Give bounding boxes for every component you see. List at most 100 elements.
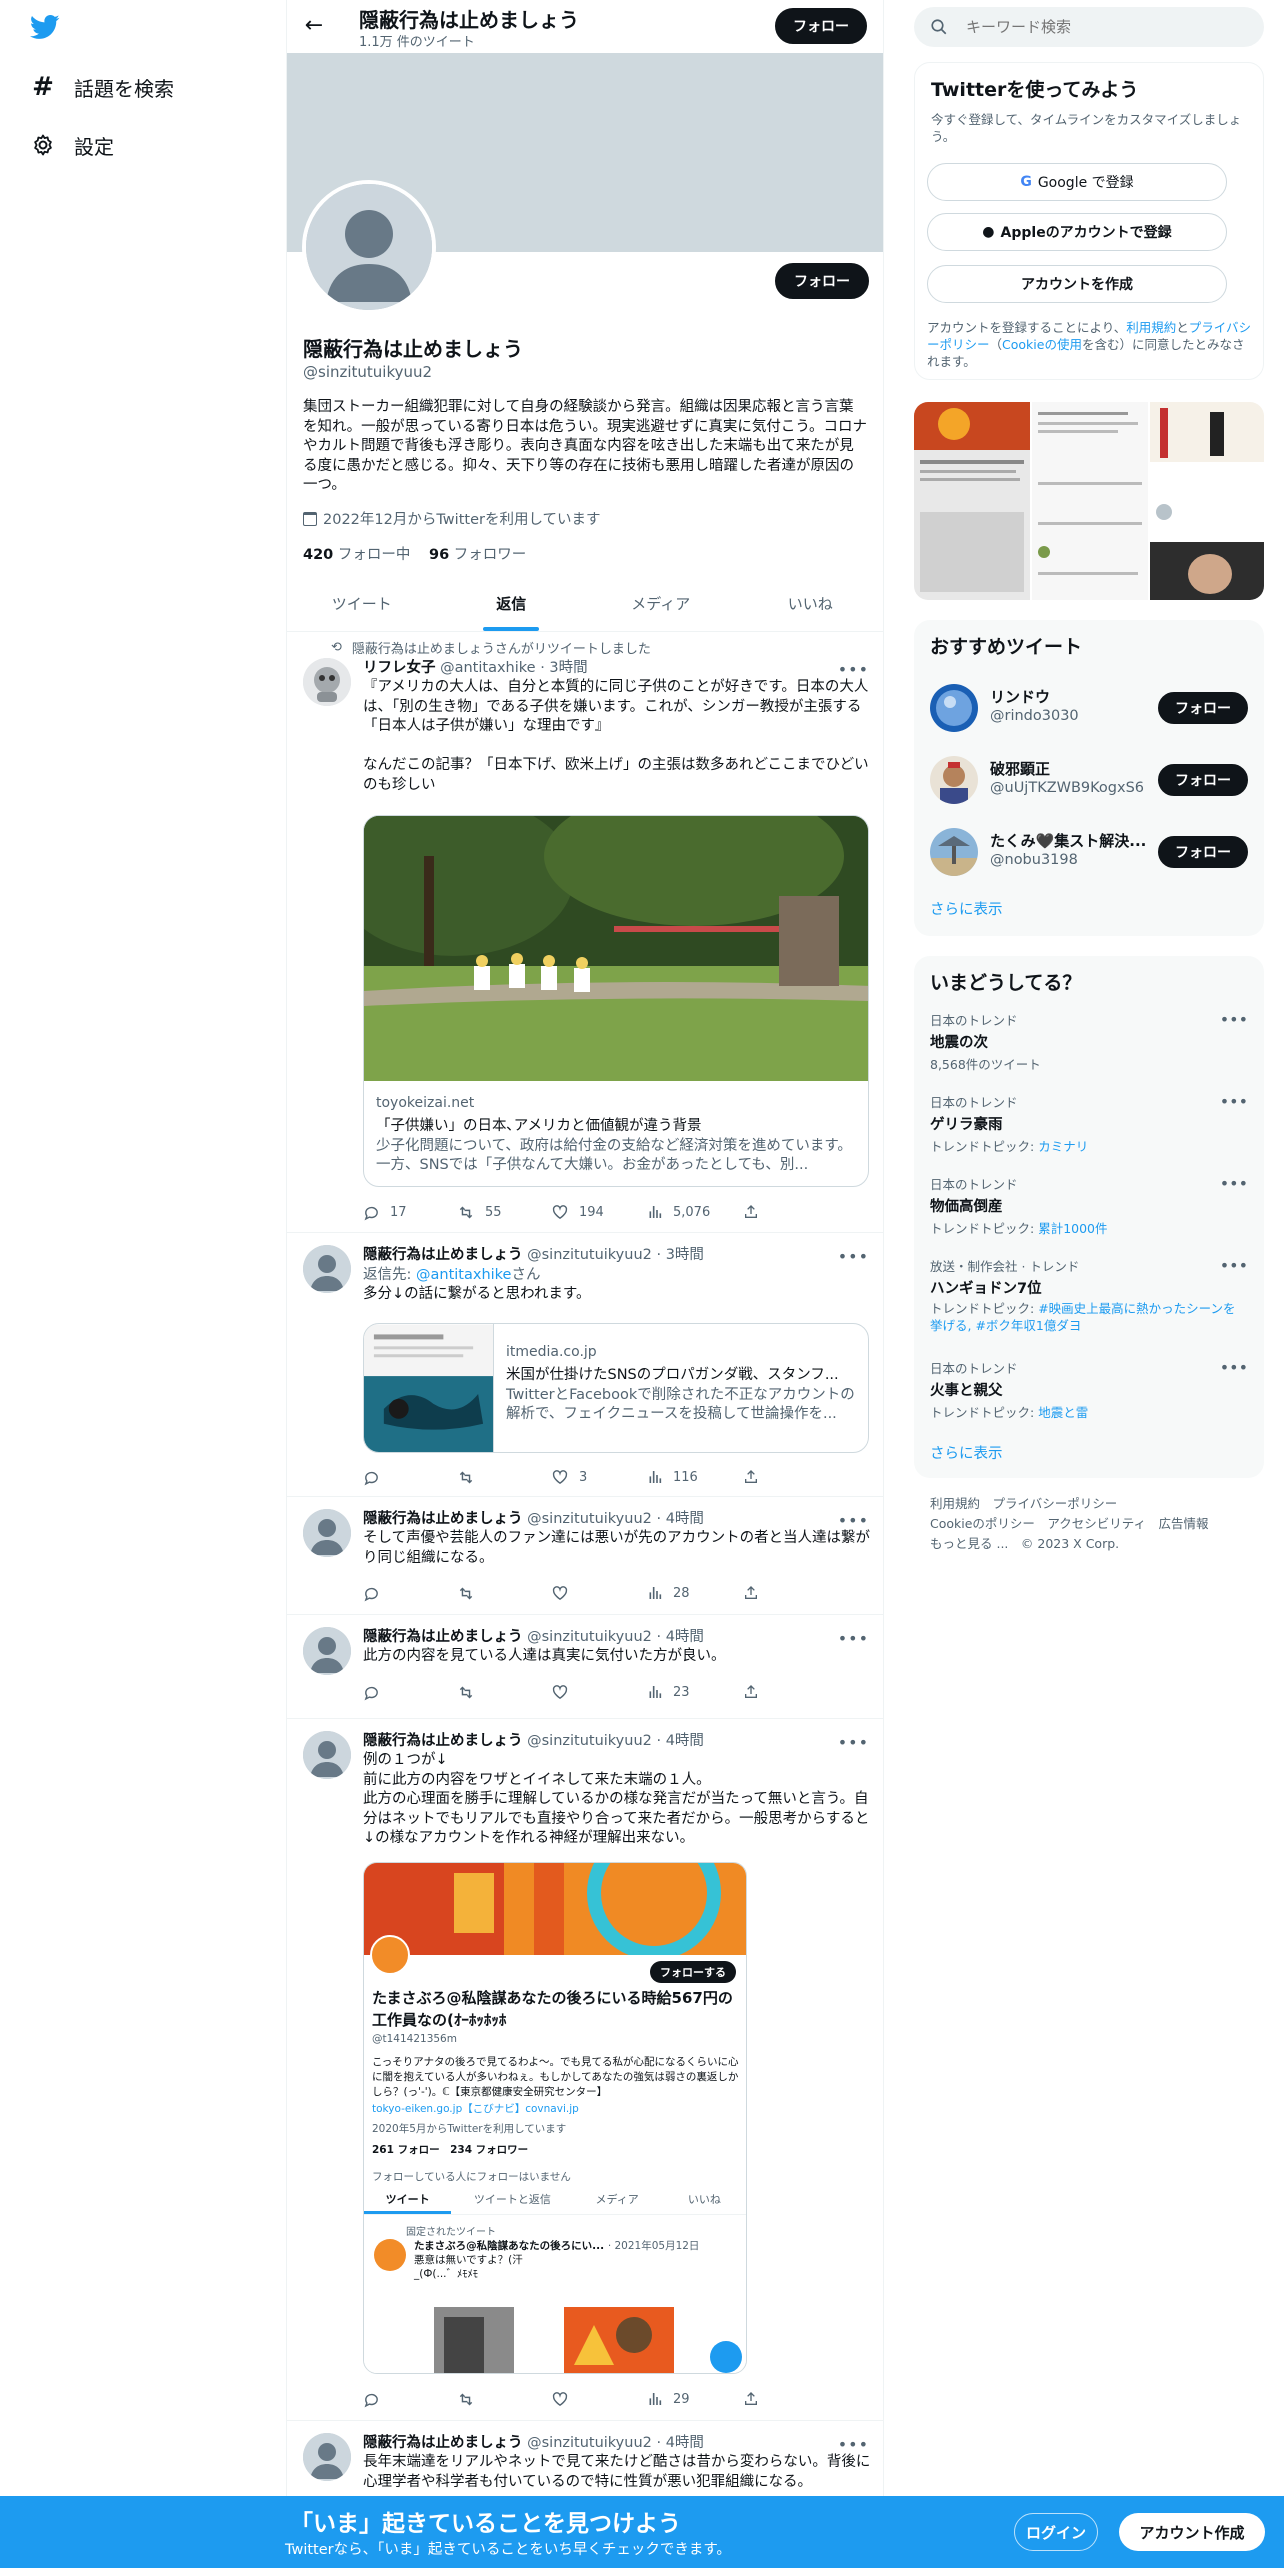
link-card[interactable]: toyokeizai.net 「子供嫌い」の日本､アメリカと価値観が違う背景 少… — [363, 815, 869, 1187]
tweet-time[interactable]: · 3時間 — [540, 660, 587, 676]
more-options-icon[interactable]: ••• — [1220, 1092, 1248, 1111]
more-options-icon[interactable]: ••• — [838, 1511, 869, 1530]
more-options-icon[interactable]: ••• — [838, 1629, 869, 1648]
cookie-link[interactable]: Cookieの使用 — [1002, 337, 1082, 352]
search-box[interactable] — [914, 7, 1264, 47]
reply-button[interactable] — [363, 1469, 457, 1486]
trend-topic-link[interactable]: 累計1000件 — [1038, 1221, 1107, 1236]
retweet-button[interactable] — [457, 2391, 551, 2408]
tweet-image[interactable]: フォローする たまさぶろ@私陰謀あなたの後ろにいる時給567円の工作員なの(ｵｰ… — [363, 1862, 747, 2374]
more-options-icon[interactable]: ••• — [1220, 1358, 1248, 1377]
like-button[interactable] — [551, 1684, 647, 1701]
share-button[interactable] — [743, 1684, 769, 1700]
media-thumbnail[interactable] — [1032, 402, 1148, 600]
trend-topic-link[interactable]: カミナリ — [1038, 1139, 1088, 1154]
retweet-button[interactable] — [457, 1684, 551, 1701]
tweet[interactable]: 隠蔽行為は止めましょう @sinzitutuikyuu2 · 4時間 此方の内容… — [287, 1615, 883, 1719]
terms-link[interactable]: 利用規約 — [1126, 320, 1176, 335]
recommended-user[interactable]: 破邪顕正 @uUjTKZWB9KogxS6 フォロー — [914, 744, 1264, 816]
trend-item[interactable]: 日本のトレンド 火事と親父 トレンドトピック: 地震と雷 ••• — [914, 1352, 1264, 1432]
recommended-user[interactable]: たくみ🖤集スト解決... @nobu3198 フォロー — [914, 816, 1264, 888]
recommended-follow-button[interactable]: フォロー — [1158, 836, 1248, 868]
tweet-author-name[interactable]: 隠蔽行為は止めましょう — [363, 2435, 523, 2451]
more-options-icon[interactable]: ••• — [1220, 1010, 1248, 1029]
signup-button[interactable]: アカウント作成 — [1119, 2513, 1265, 2551]
twitter-bird-icon[interactable] — [28, 12, 62, 42]
trend-topic-link[interactable]: 地震と雷 — [1038, 1405, 1088, 1420]
header-follow-button[interactable]: フォロー — [775, 8, 867, 44]
avatar[interactable] — [303, 1245, 351, 1293]
nav-explore[interactable]: # 話題を検索 — [30, 67, 174, 107]
reply-button[interactable] — [363, 2391, 457, 2408]
like-button[interactable] — [551, 2391, 647, 2408]
like-button[interactable]: 194 — [551, 1204, 647, 1221]
tab-likes[interactable]: いいね — [736, 576, 884, 631]
tab-tweets[interactable]: ツイート — [287, 576, 437, 631]
trend-item[interactable]: 日本のトレンド 物価高倒産 トレンドトピック: 累計1000件 ••• — [914, 1168, 1264, 1248]
more-options-icon[interactable]: ••• — [1220, 1174, 1248, 1193]
profile-avatar[interactable] — [302, 180, 436, 314]
recommended-user[interactable]: リンドウ @rindo3030 フォロー — [914, 672, 1264, 744]
avatar[interactable] — [303, 1731, 351, 1779]
tweet-author-name[interactable]: リフレ女子 — [363, 660, 436, 676]
retweet-button[interactable] — [457, 1585, 551, 1602]
recommended-show-more[interactable]: さらに表示 — [930, 898, 1003, 919]
tweet-author-handle[interactable]: @sinzitutuikyuu2 — [527, 1733, 652, 1749]
tab-replies[interactable]: 返信 — [437, 576, 587, 631]
tweet-time[interactable]: · 4時間 — [656, 1511, 703, 1527]
share-button[interactable] — [743, 1204, 769, 1220]
link-card[interactable]: itmedia.co.jp 米国が仕掛けたSNSのプロパガンダ戦、スタンフ...… — [363, 1323, 869, 1453]
tweet-author-name[interactable]: 隠蔽行為は止めましょう — [363, 1247, 523, 1263]
tweet[interactable]: 隠蔽行為は止めましょう @sinzitutuikyuu2 · 4時間 例の１つが… — [287, 1719, 883, 2421]
like-button[interactable]: 3 — [551, 1469, 647, 1486]
tweet[interactable]: 隠蔽行為は止めましょう @sinzitutuikyuu2 · 3時間 返信先: … — [287, 1233, 883, 1497]
share-button[interactable] — [743, 1585, 769, 1601]
tab-media[interactable]: メディア — [586, 576, 736, 631]
media-thumbnail[interactable] — [914, 402, 1030, 600]
recommended-follow-button[interactable]: フォロー — [1158, 764, 1248, 796]
avatar[interactable] — [303, 2433, 351, 2481]
media-grid[interactable] — [914, 402, 1264, 600]
more-options-icon[interactable]: ••• — [1220, 1256, 1248, 1275]
reply-to-handle[interactable]: @antitaxhike — [416, 1267, 511, 1283]
media-thumbnail[interactable] — [1150, 402, 1264, 600]
google-signup-button[interactable]: G Google で登録 — [927, 163, 1227, 201]
views-button[interactable]: 23 — [647, 1684, 743, 1700]
tweet-author-handle[interactable]: @sinzitutuikyuu2 — [527, 1511, 652, 1527]
trend-item[interactable]: 放送・制作会社 · トレンド ハンギョドン7位 トレンドトピック: #映画史上最… — [914, 1250, 1264, 1348]
reply-button[interactable]: 17 — [363, 1204, 457, 1221]
more-options-icon[interactable]: ••• — [838, 1247, 869, 1266]
followers-link[interactable]: 96 フォロワー — [429, 547, 526, 563]
login-button[interactable]: ログイン — [1014, 2513, 1098, 2551]
trend-item[interactable]: 日本のトレンド ゲリラ豪雨 トレンドトピック: カミナリ ••• — [914, 1086, 1264, 1166]
tweet-time[interactable]: · 4時間 — [656, 1629, 703, 1645]
reply-button[interactable] — [363, 1684, 457, 1701]
recommended-follow-button[interactable]: フォロー — [1158, 692, 1248, 724]
tweet-author-name[interactable]: 隠蔽行為は止めましょう — [363, 1511, 523, 1527]
reply-button[interactable] — [363, 1585, 457, 1602]
views-button[interactable]: 28 — [647, 1585, 743, 1601]
share-button[interactable] — [743, 1469, 769, 1485]
views-button[interactable]: 116 — [647, 1469, 743, 1485]
footer-links[interactable]: Cookieのポリシー アクセシビリティ 広告情報 — [930, 1514, 1209, 1534]
back-arrow-icon[interactable]: ← — [297, 8, 331, 42]
tweet-author-handle[interactable]: @sinzitutuikyuu2 — [527, 1247, 652, 1263]
tweet-time[interactable]: · 3時間 — [656, 1247, 703, 1263]
footer-links[interactable]: もっと見る ... © 2023 X Corp. — [930, 1534, 1209, 1554]
share-button[interactable] — [743, 2391, 769, 2407]
tweet-author-name[interactable]: 隠蔽行為は止めましょう — [363, 1629, 523, 1645]
tweet-author-handle[interactable]: @sinzitutuikyuu2 — [527, 2435, 652, 2451]
apple-signup-button[interactable]: ● Appleのアカウントで登録 — [927, 213, 1227, 251]
tweet-author-handle[interactable]: @antitaxhike — [440, 660, 535, 676]
profile-follow-button[interactable]: フォロー — [775, 263, 869, 299]
tweet[interactable]: ⟲ 隠蔽行為は止めましょうさんがリツイートしました リフレ女子 @antitax… — [287, 632, 883, 1233]
views-button[interactable]: 29 — [647, 2391, 743, 2407]
tweet[interactable]: 隠蔽行為は止めましょう @sinzitutuikyuu2 · 4時間 そして声優… — [287, 1497, 883, 1615]
retweet-button[interactable] — [457, 1469, 551, 1486]
tweet-time[interactable]: · 4時間 — [656, 2435, 703, 2451]
views-button[interactable]: 5,076 — [647, 1204, 743, 1220]
following-link[interactable]: 420 フォロー中 — [303, 547, 410, 563]
avatar[interactable] — [303, 658, 351, 706]
footer-links[interactable]: 利用規約 プライバシーポリシー — [930, 1494, 1209, 1514]
search-input[interactable] — [966, 18, 1246, 36]
